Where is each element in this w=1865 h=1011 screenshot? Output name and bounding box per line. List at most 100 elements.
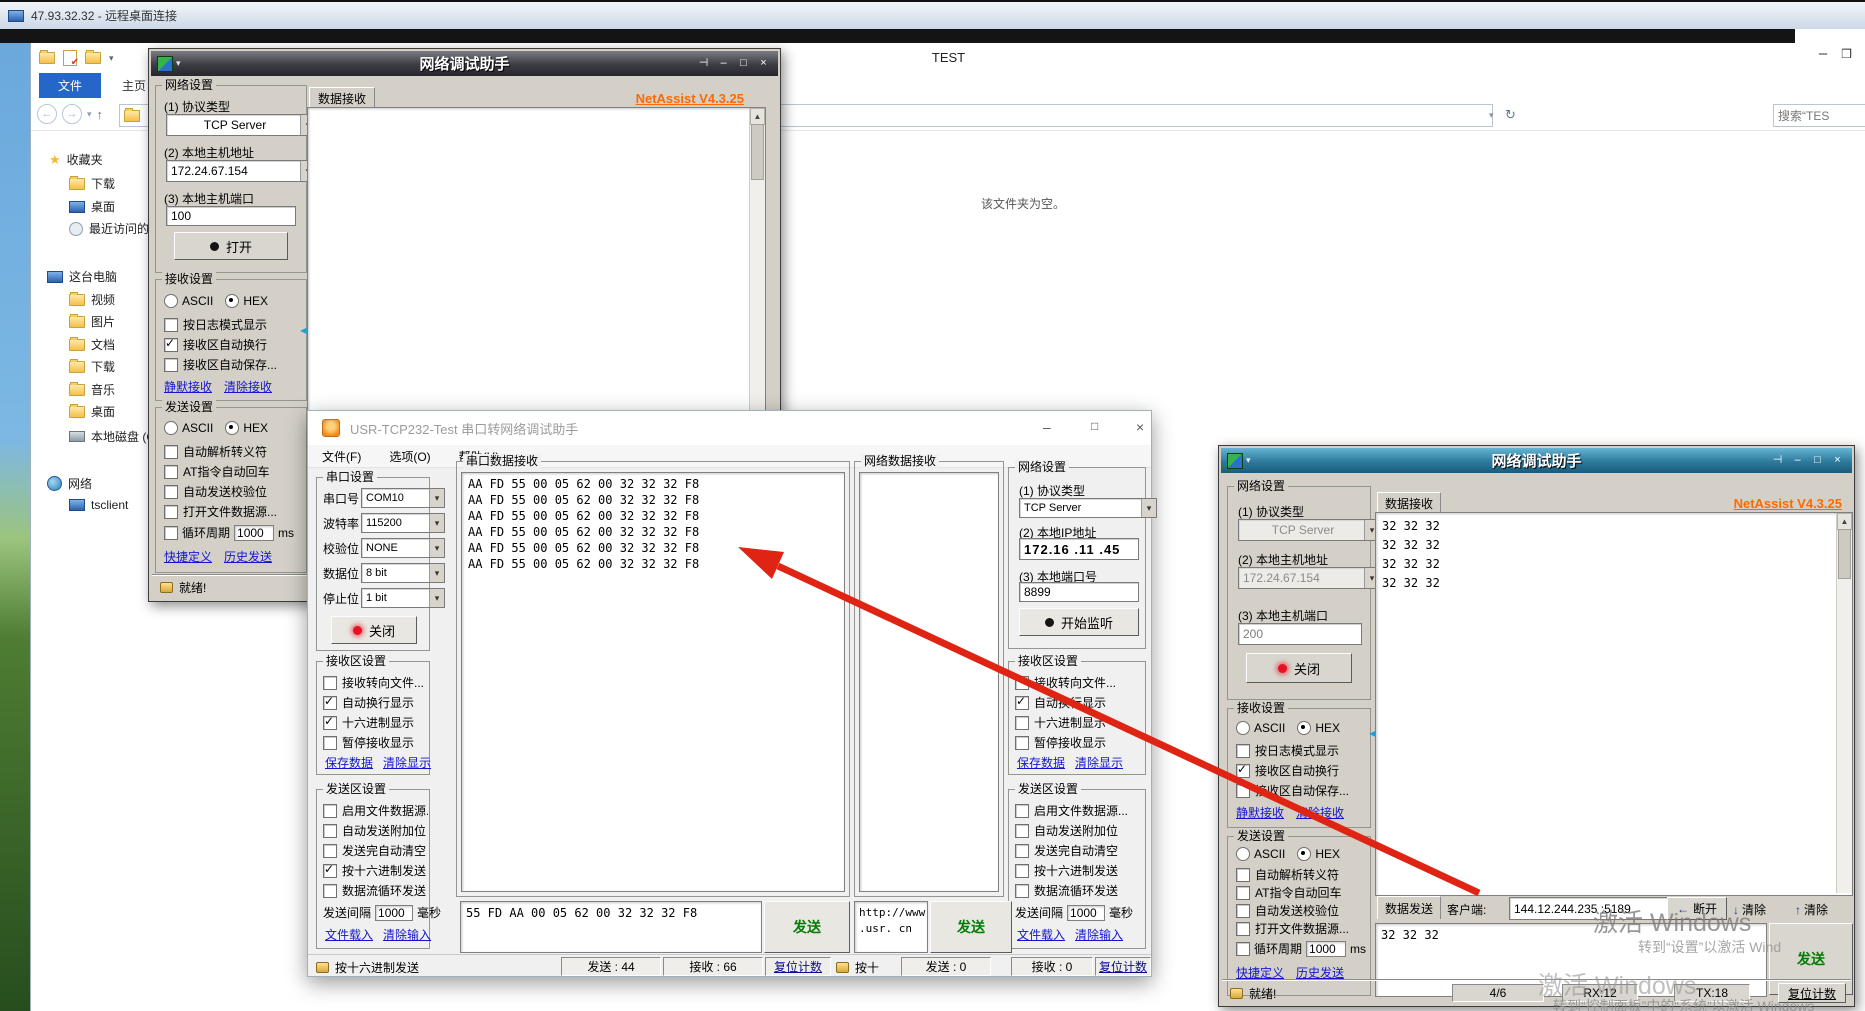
checkbox-option[interactable]: 接收区自动换行 [164,336,267,353]
checkbox[interactable] [1015,804,1029,818]
net-reset-count-button[interactable]: 复位计数 [1095,957,1151,976]
usr-titlebar[interactable]: USR-TCP232-Test 串口转网络调试助手 – □ × [308,411,1151,445]
interval-input[interactable]: 1000 [375,905,413,921]
checkbox[interactable] [1015,676,1029,690]
network-receive-area[interactable] [859,472,999,892]
sidebar-item-tsclient[interactable]: tsclient [69,498,128,512]
network-send-button[interactable]: 发送 [930,901,1012,953]
host-address-select[interactable]: 172.24.67.154 [1238,567,1380,589]
netassist-left-titlebar[interactable]: ▾ 网络调试助手 ⊣ – □ × [151,51,778,76]
sidebar-item-thispc[interactable]: 这台电脑 [47,268,117,285]
panel-collapse-icon[interactable]: ◄ [1367,728,1378,740]
ascii-radio[interactable] [1236,847,1250,861]
checkbox[interactable] [323,864,337,878]
ascii-radio[interactable] [164,421,178,435]
history-send-link[interactable]: 历史发送 [224,548,272,565]
cycle-input[interactable]: 1000 [1306,941,1346,957]
maximize-icon[interactable]: □ [1091,419,1098,433]
pin-icon[interactable]: ⊣ [1769,453,1786,468]
serial-receive-area[interactable]: AA FD 55 00 05 62 00 32 32 32 F8 AA FD 5… [461,472,845,892]
sidebar-item-desktop[interactable]: 桌面 [69,198,115,215]
disconnect-button[interactable]: ← 断开 [1667,897,1727,920]
checkbox-option[interactable]: 接收区自动保存... [164,356,277,373]
checkbox-option[interactable]: 按日志模式显示 [164,316,267,333]
tab-data-send[interactable]: 数据发送 [1377,896,1441,919]
restore-icon[interactable]: ❒ [1841,47,1852,61]
checkbox[interactable] [1236,784,1250,798]
checkbox[interactable] [1015,844,1029,858]
serial-send-input[interactable]: 55 FD AA 00 05 62 00 32 32 32 F8 [460,901,762,953]
panel-collapse-icon[interactable]: ◄ [298,325,309,337]
checkbox[interactable] [164,505,178,519]
netassist-version-link[interactable]: NetAssist V4.3.25 [636,91,744,106]
checkbox[interactable] [1236,886,1250,900]
checkbox[interactable] [164,526,178,540]
checkbox[interactable] [164,465,178,479]
close-icon[interactable]: × [755,56,772,71]
checkbox-option[interactable]: 打开文件数据源... [164,503,277,520]
address-dropdown-icon[interactable]: ▾ [1489,110,1494,121]
shortcut-def-link[interactable]: 快捷定义 [1236,964,1284,981]
save-data-link[interactable]: 保存数据 [1017,754,1065,771]
checkbox-option[interactable]: 自动发送校验位 [164,483,267,500]
clear-input-link[interactable]: 清除输入 [383,926,431,943]
cycle-option[interactable]: 循环周期 1000 ms [164,524,294,541]
ascii-radio[interactable] [1236,721,1250,735]
close-icon[interactable]: × [1829,453,1846,468]
forward-icon[interactable]: → [62,104,82,124]
checkbox[interactable] [323,736,337,750]
com-port-select[interactable]: COM10 [361,488,445,508]
local-port-input[interactable]: 8899 [1019,582,1139,602]
checkbox[interactable] [323,676,337,690]
hex-radio[interactable] [1297,721,1311,735]
maximize-icon[interactable]: □ [735,56,752,71]
sidebar-item-music[interactable]: 音乐 [69,381,115,398]
load-file-link[interactable]: 文件载入 [1017,926,1065,943]
menu-options[interactable]: 选项(O) [389,448,430,465]
checkbox[interactable] [1015,696,1029,710]
client-select[interactable]: 144.12.244.235 :5189 [1509,897,1683,920]
minimize-icon[interactable]: – [715,56,732,71]
silent-recv-link[interactable]: 静默接收 [164,378,212,395]
network-send-input[interactable]: http://www .usr. cn [854,901,928,953]
up-icon[interactable]: ↑ [97,107,104,122]
netassist-version-link[interactable]: NetAssist V4.3.25 [1734,496,1842,511]
open-button[interactable]: 打开 [174,232,288,260]
ascii-radio[interactable] [164,294,178,308]
stopbits-select[interactable]: 1 bit [361,588,445,608]
checkbox[interactable] [1015,716,1029,730]
checkbox[interactable] [323,804,337,818]
clear-recv-link[interactable]: 清除接收 [224,378,272,395]
cycle-input[interactable]: 1000 [234,525,274,541]
checkbox[interactable] [164,338,178,352]
checkbox[interactable] [323,696,337,710]
load-file-link[interactable]: 文件载入 [325,926,373,943]
sidebar-item-favorites[interactable]: ★ 收藏夹 [49,151,103,168]
sidebar-item-downloads[interactable]: 下载 [69,175,115,192]
sidebar-item-localdisk[interactable]: 本地磁盘 (C: [69,428,158,445]
clear-display-link[interactable]: 清除显示 [383,754,431,771]
search-input[interactable]: 搜索“TES [1773,104,1865,127]
host-port-input[interactable]: 200 [1238,623,1362,645]
sidebar-item-documents[interactable]: 文档 [69,336,115,353]
checkbox[interactable] [1015,824,1029,838]
tab-data-receive[interactable]: 数据接收 [1377,492,1441,513]
sysmenu-dropdown-icon[interactable]: ▾ [176,58,181,69]
checkbox[interactable] [164,445,178,459]
sidebar-item-pictures[interactable]: 图片 [69,313,115,330]
interval-input[interactable]: 1000 [1067,905,1105,921]
sidebar-item-desktop2[interactable]: 桌面 [69,403,115,420]
scroll-up-icon[interactable]: ▲ [1837,513,1852,530]
hex-radio[interactable] [225,294,239,308]
checkbox[interactable] [1236,764,1250,778]
pin-icon[interactable]: ⊣ [695,56,712,71]
clear-input-link[interactable]: 清除输入 [1075,926,1123,943]
databits-select[interactable]: 8 bit [361,563,445,583]
tab-data-receive[interactable]: 数据接收 [309,87,375,108]
host-port-input[interactable]: 100 [166,206,296,226]
parity-select[interactable]: NONE [361,538,445,558]
sysmenu-dropdown-icon[interactable]: ▾ [1246,455,1251,466]
refresh-icon[interactable]: ↻ [1505,107,1516,123]
reset-count-button[interactable]: 复位计数 [1778,983,1846,1003]
save-data-link[interactable]: 保存数据 [325,754,373,771]
